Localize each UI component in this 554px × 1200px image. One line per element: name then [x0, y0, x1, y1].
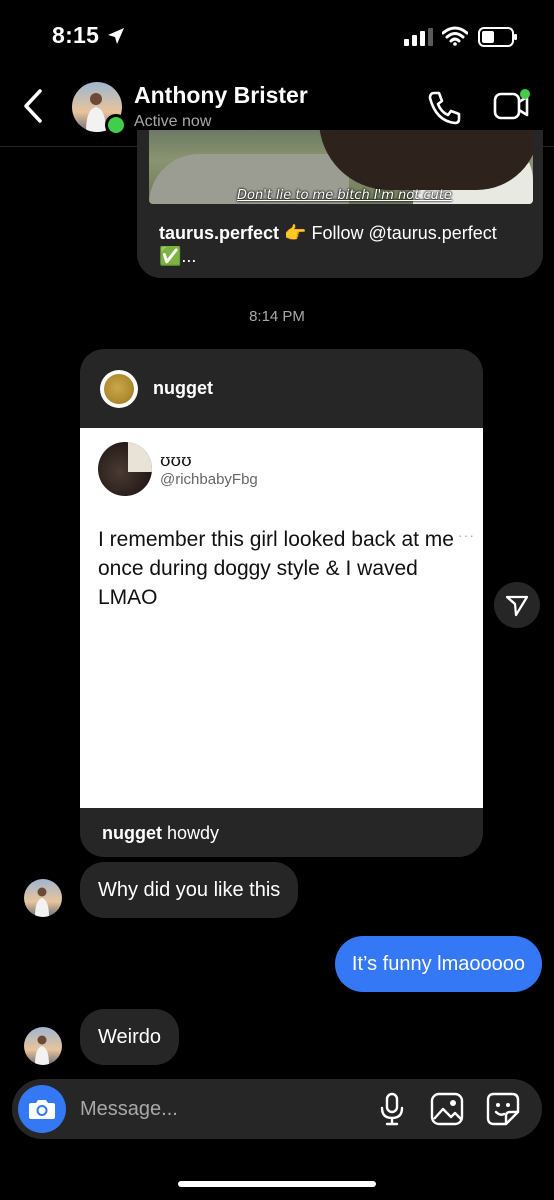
- post-author-avatar[interactable]: [100, 370, 138, 408]
- reel-thumbnail[interactable]: Don't lie to me bitch I'm not cute: [149, 130, 533, 204]
- contact-status: Active now: [134, 113, 212, 130]
- back-chevron-icon[interactable]: [20, 88, 46, 124]
- message-bubble-incoming[interactable]: Weirdo: [80, 1009, 179, 1065]
- share-send-button[interactable]: [494, 582, 540, 628]
- thumbnail-caption: Don't lie to me bitch I'm not cute: [237, 188, 452, 203]
- post-caption-text: howdy: [162, 823, 220, 843]
- message-bubble-outgoing[interactable]: It’s funny lmaooooo: [334, 936, 542, 992]
- post-caption: nugget howdy: [102, 823, 219, 844]
- contact-name[interactable]: Anthony Brister: [134, 82, 308, 109]
- nugget-avatar-image: [104, 374, 134, 404]
- tweet-handle: @richbabyFbg: [160, 471, 258, 488]
- microphone-icon[interactable]: [378, 1092, 406, 1126]
- battery-icon: [478, 27, 517, 47]
- video-camera-icon[interactable]: [493, 88, 533, 122]
- post-caption-user: nugget: [102, 823, 162, 843]
- send-icon: [505, 595, 529, 617]
- location-arrow-icon: [108, 28, 124, 44]
- sender-avatar[interactable]: [24, 879, 62, 917]
- message-timestamp: 8:14 PM: [249, 308, 305, 325]
- camera-icon: [29, 1100, 55, 1119]
- message-composer[interactable]: Message...: [12, 1079, 542, 1139]
- tweet-avatar: [98, 442, 152, 496]
- gallery-icon[interactable]: [430, 1092, 464, 1126]
- online-indicator: [105, 114, 127, 136]
- thumbnail-face: [319, 130, 533, 190]
- camera-button[interactable]: [18, 1085, 66, 1133]
- tweet-text: I remember this girl looked back at me o…: [98, 528, 454, 609]
- tweet-display-name: ʊʊʊ: [160, 451, 192, 471]
- shared-post-card[interactable]: nugget ʊʊʊ @richbabyFbg ··· I remember t…: [80, 349, 483, 857]
- shared-reel-card[interactable]: Don't lie to me bitch I'm not cute tauru…: [137, 130, 543, 278]
- home-indicator[interactable]: [178, 1181, 376, 1187]
- reel-author[interactable]: taurus.perfect: [159, 223, 279, 243]
- message-input[interactable]: Message...: [80, 1098, 178, 1121]
- phone-icon[interactable]: [426, 90, 462, 126]
- sender-avatar[interactable]: [24, 1027, 62, 1065]
- message-bubble-incoming[interactable]: Why did you like this: [80, 862, 299, 918]
- tweet-avatar-background: [128, 442, 152, 472]
- reel-caption: taurus.perfect 👉 Follow @taurus.perfect …: [159, 222, 529, 268]
- sticker-icon[interactable]: [486, 1092, 520, 1126]
- signal-icon: [404, 28, 433, 46]
- post-author-name[interactable]: nugget: [153, 378, 213, 399]
- wifi-icon: [442, 26, 468, 46]
- status-time: 8:15: [52, 22, 100, 48]
